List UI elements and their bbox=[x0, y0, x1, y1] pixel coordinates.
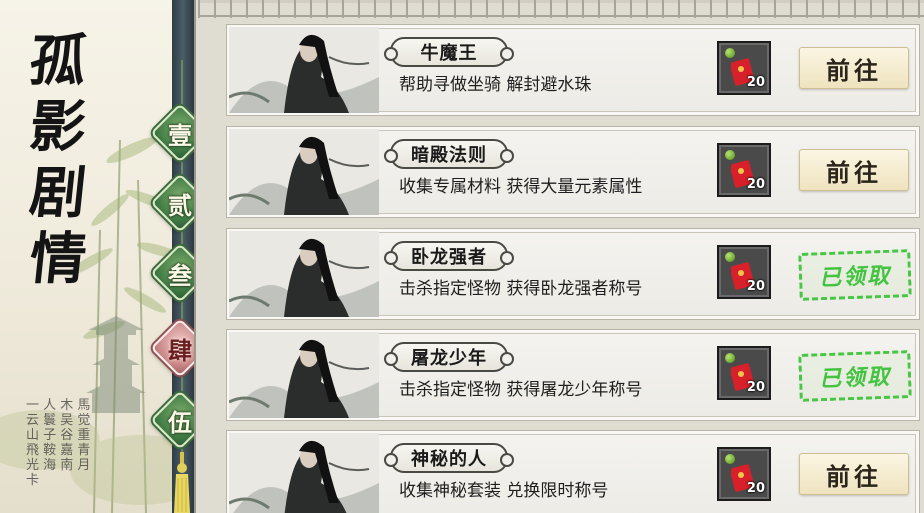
reward-count: 20 bbox=[746, 177, 765, 192]
quest-name-plate: 牛魔王 bbox=[384, 37, 514, 67]
quest-row: 卧龙强者 击杀指定怪物 获得卧龙强者称号 20 已领取 bbox=[226, 228, 920, 320]
quest-name-plate: 暗殿法则 bbox=[384, 139, 514, 169]
go-button[interactable]: 前往 bbox=[799, 149, 909, 191]
hero-portrait bbox=[229, 433, 379, 513]
reward-slot[interactable]: 20 bbox=[717, 41, 771, 95]
quest-description: 帮助寻做坐骑 解封避水珠 bbox=[399, 75, 592, 95]
fret-border bbox=[198, 0, 924, 18]
reward-count: 20 bbox=[746, 380, 765, 395]
title-panel: 孤 影 剧 情 一 人 木 馬 云 鬟 吴 觉 山 子 谷 重 飛 鞍 嘉 青 … bbox=[0, 0, 172, 513]
reward-count: 20 bbox=[746, 75, 765, 90]
quest-description: 击杀指定怪物 获得屠龙少年称号 bbox=[399, 380, 643, 400]
go-button[interactable]: 前往 bbox=[799, 453, 909, 495]
claimed-stamp: 已领取 bbox=[798, 350, 912, 402]
hero-portrait bbox=[229, 129, 379, 215]
quest-name-plate: 卧龙强者 bbox=[384, 241, 514, 271]
quest-name: 牛魔王 bbox=[420, 43, 478, 64]
quest-row: 神秘的人 收集神秘套装 兑换限时称号 20 前往 bbox=[226, 430, 920, 513]
quest-name-plate: 屠龙少年 bbox=[384, 342, 514, 372]
quest-name-plate: 神秘的人 bbox=[384, 443, 514, 473]
quest-row: 暗殿法则 收集专属材料 获得大量元素属性 20 前往 bbox=[226, 126, 920, 218]
hero-portrait bbox=[229, 332, 379, 418]
go-button-label: 前往 bbox=[826, 157, 882, 187]
reward-slot[interactable]: 20 bbox=[717, 346, 771, 400]
title-char-3: 剧 bbox=[26, 160, 90, 226]
go-button-label: 前往 bbox=[826, 461, 882, 491]
title-char-2: 影 bbox=[26, 94, 90, 160]
reward-slot[interactable]: 20 bbox=[717, 143, 771, 197]
claimed-stamp: 已领取 bbox=[798, 249, 912, 301]
quest-row: 牛魔王 帮助寻做坐骑 解封避水珠 20 前往 bbox=[226, 24, 920, 116]
quest-description: 收集神秘套装 兑换限时称号 bbox=[399, 481, 609, 501]
tassel-icon bbox=[174, 452, 190, 513]
tab-label: 壹 bbox=[168, 120, 192, 150]
reward-count: 20 bbox=[746, 481, 765, 496]
claimed-label: 已领取 bbox=[818, 363, 892, 393]
calligraphy-inscription: 一 人 木 馬 云 鬟 吴 觉 山 子 谷 重 飛 鞍 嘉 青 光 海 南 月 … bbox=[26, 398, 91, 488]
quest-description: 击杀指定怪物 获得卧龙强者称号 bbox=[399, 279, 643, 299]
title-char-4: 情 bbox=[26, 226, 90, 292]
go-button[interactable]: 前往 bbox=[799, 47, 909, 89]
title-char-1: 孤 bbox=[26, 28, 90, 94]
reward-slot[interactable]: 20 bbox=[717, 447, 771, 501]
reward-slot[interactable]: 20 bbox=[717, 245, 771, 299]
quest-name: 卧龙强者 bbox=[411, 247, 487, 268]
tab-label: 贰 bbox=[168, 190, 192, 220]
quest-description: 收集专属材料 获得大量元素属性 bbox=[399, 177, 643, 197]
tab-label: 叁 bbox=[168, 260, 192, 290]
tab-label: 伍 bbox=[168, 407, 192, 437]
quest-name: 屠龙少年 bbox=[411, 348, 487, 369]
hero-portrait bbox=[229, 231, 379, 317]
claimed-label: 已领取 bbox=[818, 262, 892, 292]
reward-count: 20 bbox=[746, 279, 765, 294]
tab-label: 肆 bbox=[168, 335, 192, 365]
go-button-label: 前往 bbox=[826, 55, 882, 85]
quest-name: 神秘的人 bbox=[411, 449, 487, 470]
quest-name: 暗殿法则 bbox=[411, 145, 487, 166]
quest-row: 屠龙少年 击杀指定怪物 获得屠龙少年称号 20 已领取 bbox=[226, 329, 920, 421]
hero-portrait bbox=[229, 27, 379, 113]
